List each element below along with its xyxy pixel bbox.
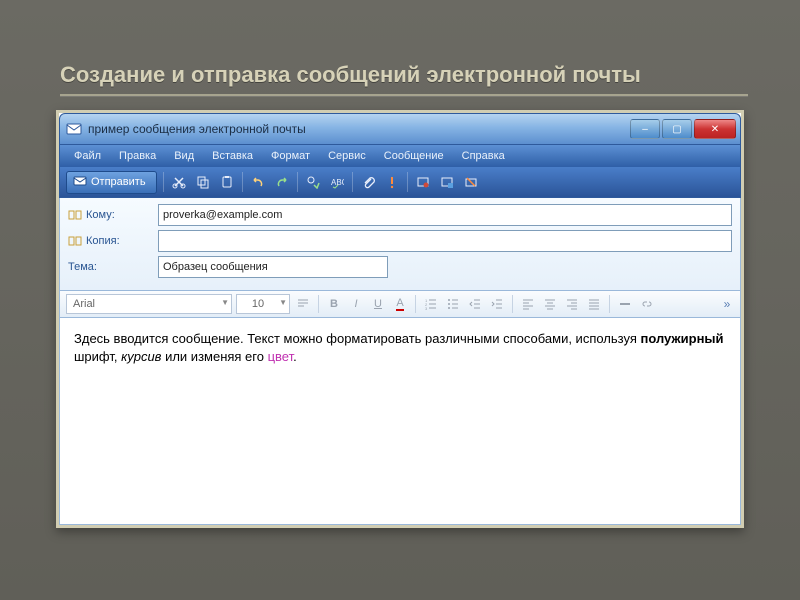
underline-button[interactable]: U (369, 295, 387, 313)
cc-label[interactable]: Копия: (68, 235, 158, 247)
email-compose-window: пример сообщения электронной почты – ▢ ✕… (59, 113, 741, 525)
numbered-list-button[interactable]: 123 (422, 295, 440, 313)
send-label: Отправить (91, 176, 146, 188)
indent-button[interactable] (488, 295, 506, 313)
send-icon (73, 174, 87, 191)
spelling-button[interactable]: ABC (328, 173, 346, 191)
cc-row: Копия: (68, 230, 732, 252)
body-text: . (293, 349, 297, 364)
slide-title: Создание и отправка сообщений электронно… (60, 62, 748, 88)
insert-link-button[interactable] (638, 295, 656, 313)
format-divider (415, 295, 416, 313)
cc-input[interactable] (158, 230, 732, 252)
main-toolbar: Отправить ABC (59, 167, 741, 198)
priority-button[interactable] (383, 173, 401, 191)
maximize-button[interactable]: ▢ (662, 119, 692, 139)
message-body[interactable]: Здесь вводится сообщение. Текст можно фо… (59, 318, 741, 525)
toolbar-divider (407, 172, 408, 192)
align-left-button[interactable] (519, 295, 537, 313)
format-divider (609, 295, 610, 313)
format-divider (512, 295, 513, 313)
close-button[interactable]: ✕ (694, 119, 736, 139)
menu-view[interactable]: Вид (166, 148, 202, 164)
outdent-button[interactable] (466, 295, 484, 313)
paste-button[interactable] (218, 173, 236, 191)
bold-button[interactable]: B (325, 295, 343, 313)
address-book-icon (68, 210, 82, 220)
bullet-list-button[interactable] (444, 295, 462, 313)
menu-insert[interactable]: Вставка (204, 148, 261, 164)
toolbar-divider (352, 172, 353, 192)
title-divider (60, 94, 748, 96)
check-names-button[interactable] (304, 173, 322, 191)
to-label[interactable]: Кому: (68, 209, 158, 221)
copy-button[interactable] (194, 173, 212, 191)
menubar: Файл Правка Вид Вставка Формат Сервис Со… (59, 145, 741, 167)
menu-help[interactable]: Справка (454, 148, 513, 164)
window-controls: – ▢ ✕ (630, 119, 736, 139)
format-divider (318, 295, 319, 313)
body-color-word: цвет (268, 349, 294, 364)
font-select[interactable]: Arial▼ (66, 294, 232, 314)
slide-background: Создание и отправка сообщений электронно… (0, 0, 800, 600)
redo-button[interactable] (273, 173, 291, 191)
toolbar-divider (297, 172, 298, 192)
align-right-button[interactable] (563, 295, 581, 313)
minimize-button[interactable]: – (630, 119, 660, 139)
to-row: Кому: (68, 204, 732, 226)
toolbar-divider (242, 172, 243, 192)
menu-tools[interactable]: Сервис (320, 148, 374, 164)
align-center-button[interactable] (541, 295, 559, 313)
encrypt-button[interactable] (438, 173, 456, 191)
subject-input[interactable] (158, 256, 388, 278)
insert-hr-button[interactable] (616, 295, 634, 313)
undo-button[interactable] (249, 173, 267, 191)
body-bold-word: полужирный (640, 331, 723, 346)
address-book-icon (68, 236, 82, 246)
menu-edit[interactable]: Правка (111, 148, 164, 164)
chevron-down-icon: ▼ (221, 298, 229, 307)
titlebar[interactable]: пример сообщения электронной почты – ▢ ✕ (59, 113, 741, 145)
menu-format[interactable]: Формат (263, 148, 318, 164)
body-italic-word: курсив (121, 349, 161, 364)
window-title: пример сообщения электронной почты (88, 122, 630, 136)
body-text: или изменяя его (161, 349, 267, 364)
screenshot-frame: пример сообщения электронной почты – ▢ ✕… (56, 110, 744, 528)
format-toolbar: Arial▼ 10▼ B I U A 123 (59, 291, 741, 318)
body-text: Здесь вводится сообщение. Текст можно фо… (74, 331, 640, 346)
message-headers: Кому: Копия: Тема: (59, 198, 741, 291)
chevron-down-icon: ▼ (279, 298, 287, 307)
italic-button[interactable]: I (347, 295, 365, 313)
font-color-button[interactable]: A (391, 295, 409, 313)
font-size-select[interactable]: 10▼ (236, 294, 290, 314)
attach-button[interactable] (359, 173, 377, 191)
toolbar-overflow-button[interactable]: » (720, 297, 734, 311)
send-button[interactable]: Отправить (66, 171, 157, 194)
sign-button[interactable] (414, 173, 432, 191)
svg-text:3: 3 (425, 306, 428, 310)
subject-label: Тема: (68, 261, 158, 273)
align-justify-button[interactable] (585, 295, 603, 313)
cut-button[interactable] (170, 173, 188, 191)
app-icon (66, 121, 82, 137)
subject-row: Тема: (68, 256, 732, 278)
toolbar-divider (163, 172, 164, 192)
offline-button[interactable] (462, 173, 480, 191)
paragraph-style-button[interactable] (294, 295, 312, 313)
to-input[interactable] (158, 204, 732, 226)
menu-file[interactable]: Файл (66, 148, 109, 164)
menu-message[interactable]: Сообщение (376, 148, 452, 164)
body-text: шрифт, (74, 349, 121, 364)
